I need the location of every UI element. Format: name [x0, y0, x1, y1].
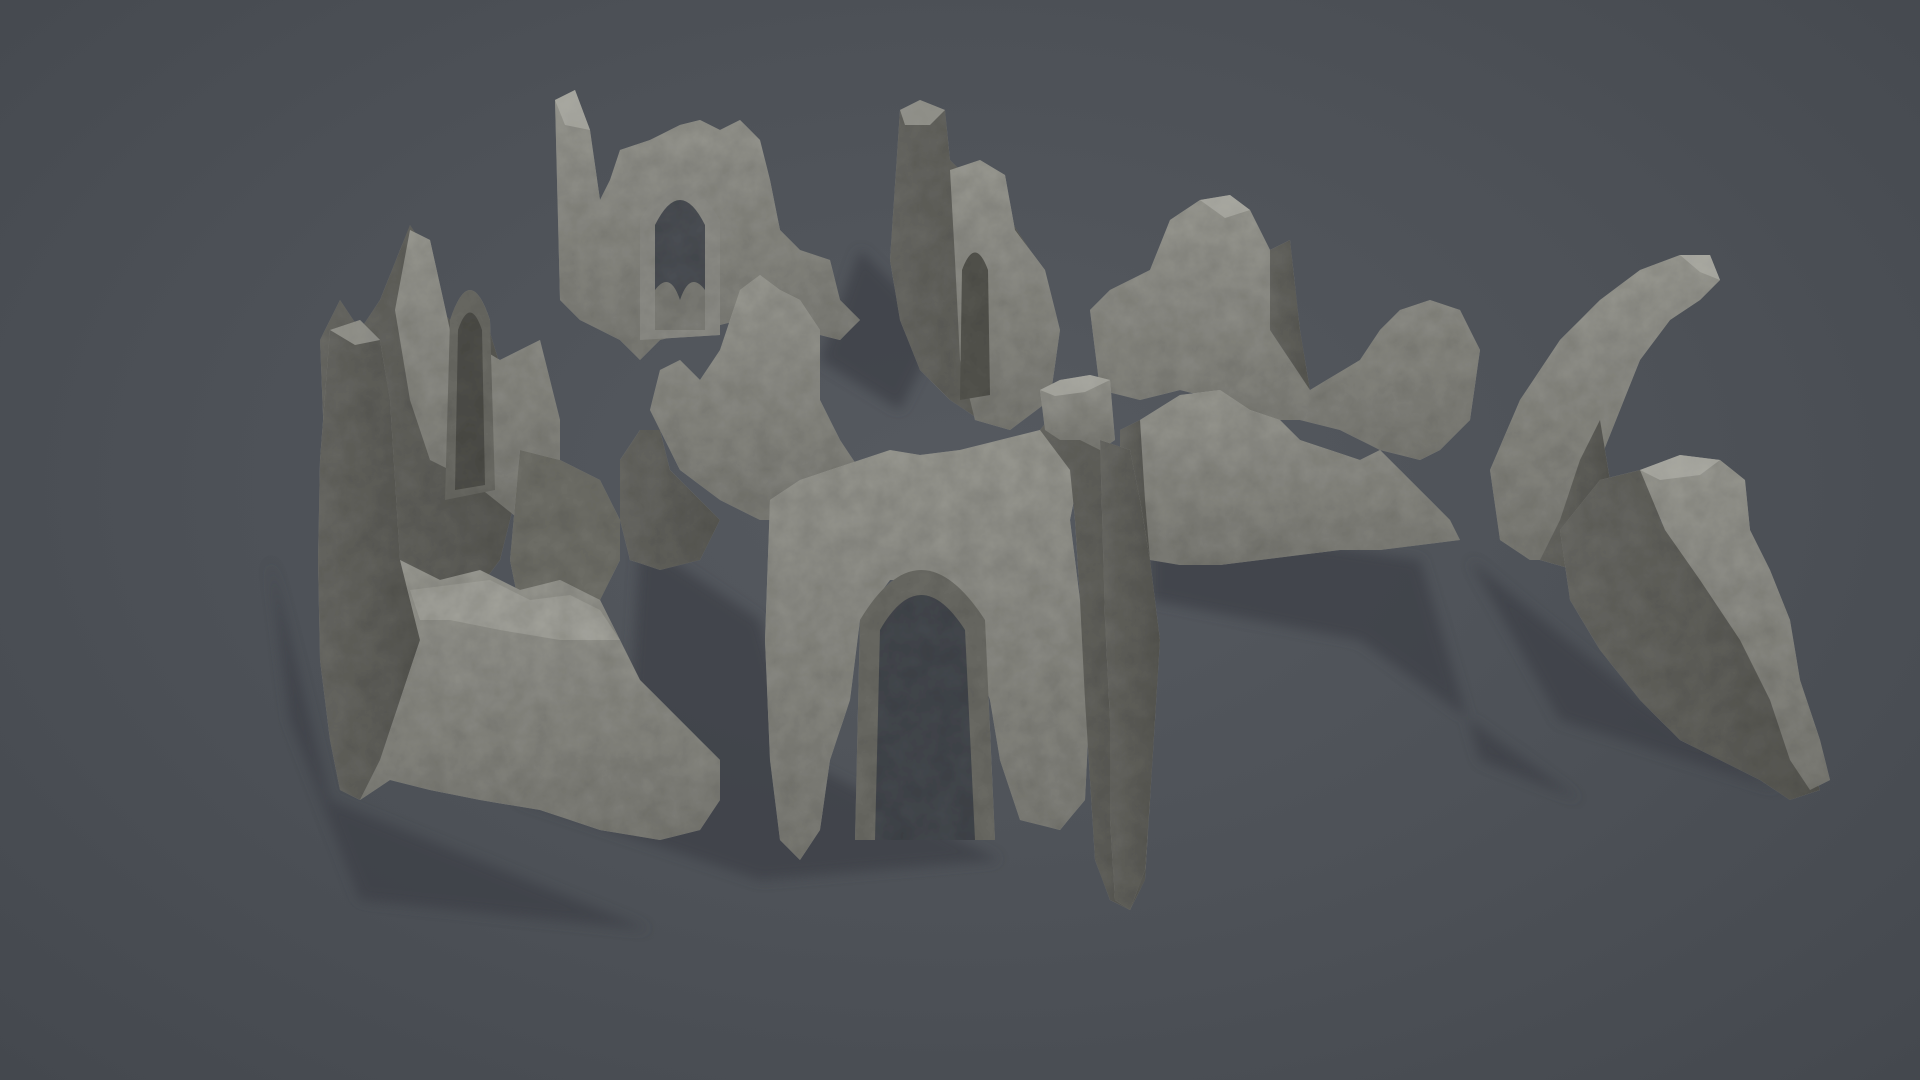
ruins-render: [270, 90, 1830, 930]
render-viewport: [0, 0, 1920, 1080]
ruin-back-center-tower: [890, 100, 1060, 430]
ruin-back-wall-window: [555, 90, 860, 360]
